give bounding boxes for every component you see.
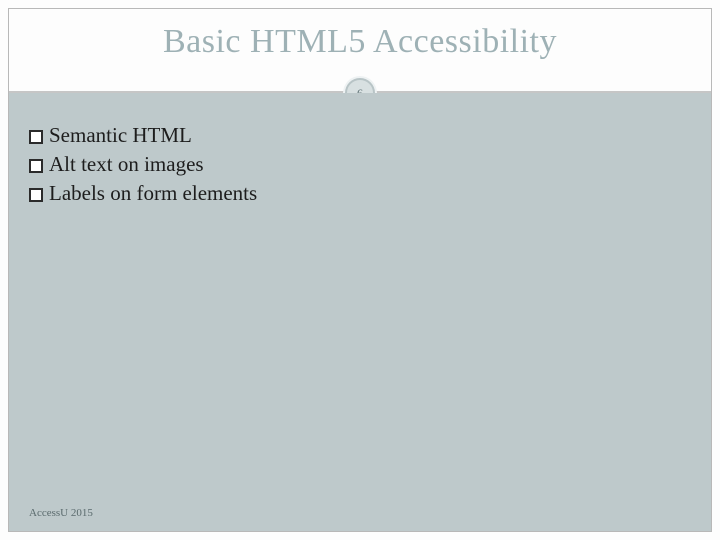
- list-item: Labels on form elements: [29, 181, 691, 206]
- bullet-text: Semantic HTML: [49, 123, 192, 148]
- list-item: Semantic HTML: [29, 123, 691, 148]
- square-bullet-icon: [29, 130, 43, 144]
- slide-frame: Basic HTML5 Accessibility 6 Semantic HTM…: [8, 8, 712, 532]
- list-item: Alt text on images: [29, 152, 691, 177]
- content-area: Semantic HTML Alt text on images Labels …: [9, 93, 711, 531]
- bullet-text: Alt text on images: [49, 152, 204, 177]
- title-area: Basic HTML5 Accessibility 6: [9, 9, 711, 93]
- square-bullet-icon: [29, 159, 43, 173]
- bullet-text: Labels on form elements: [49, 181, 257, 206]
- slide-title: Basic HTML5 Accessibility: [9, 9, 711, 61]
- footer-text: AccessU 2015: [29, 507, 93, 519]
- square-bullet-icon: [29, 188, 43, 202]
